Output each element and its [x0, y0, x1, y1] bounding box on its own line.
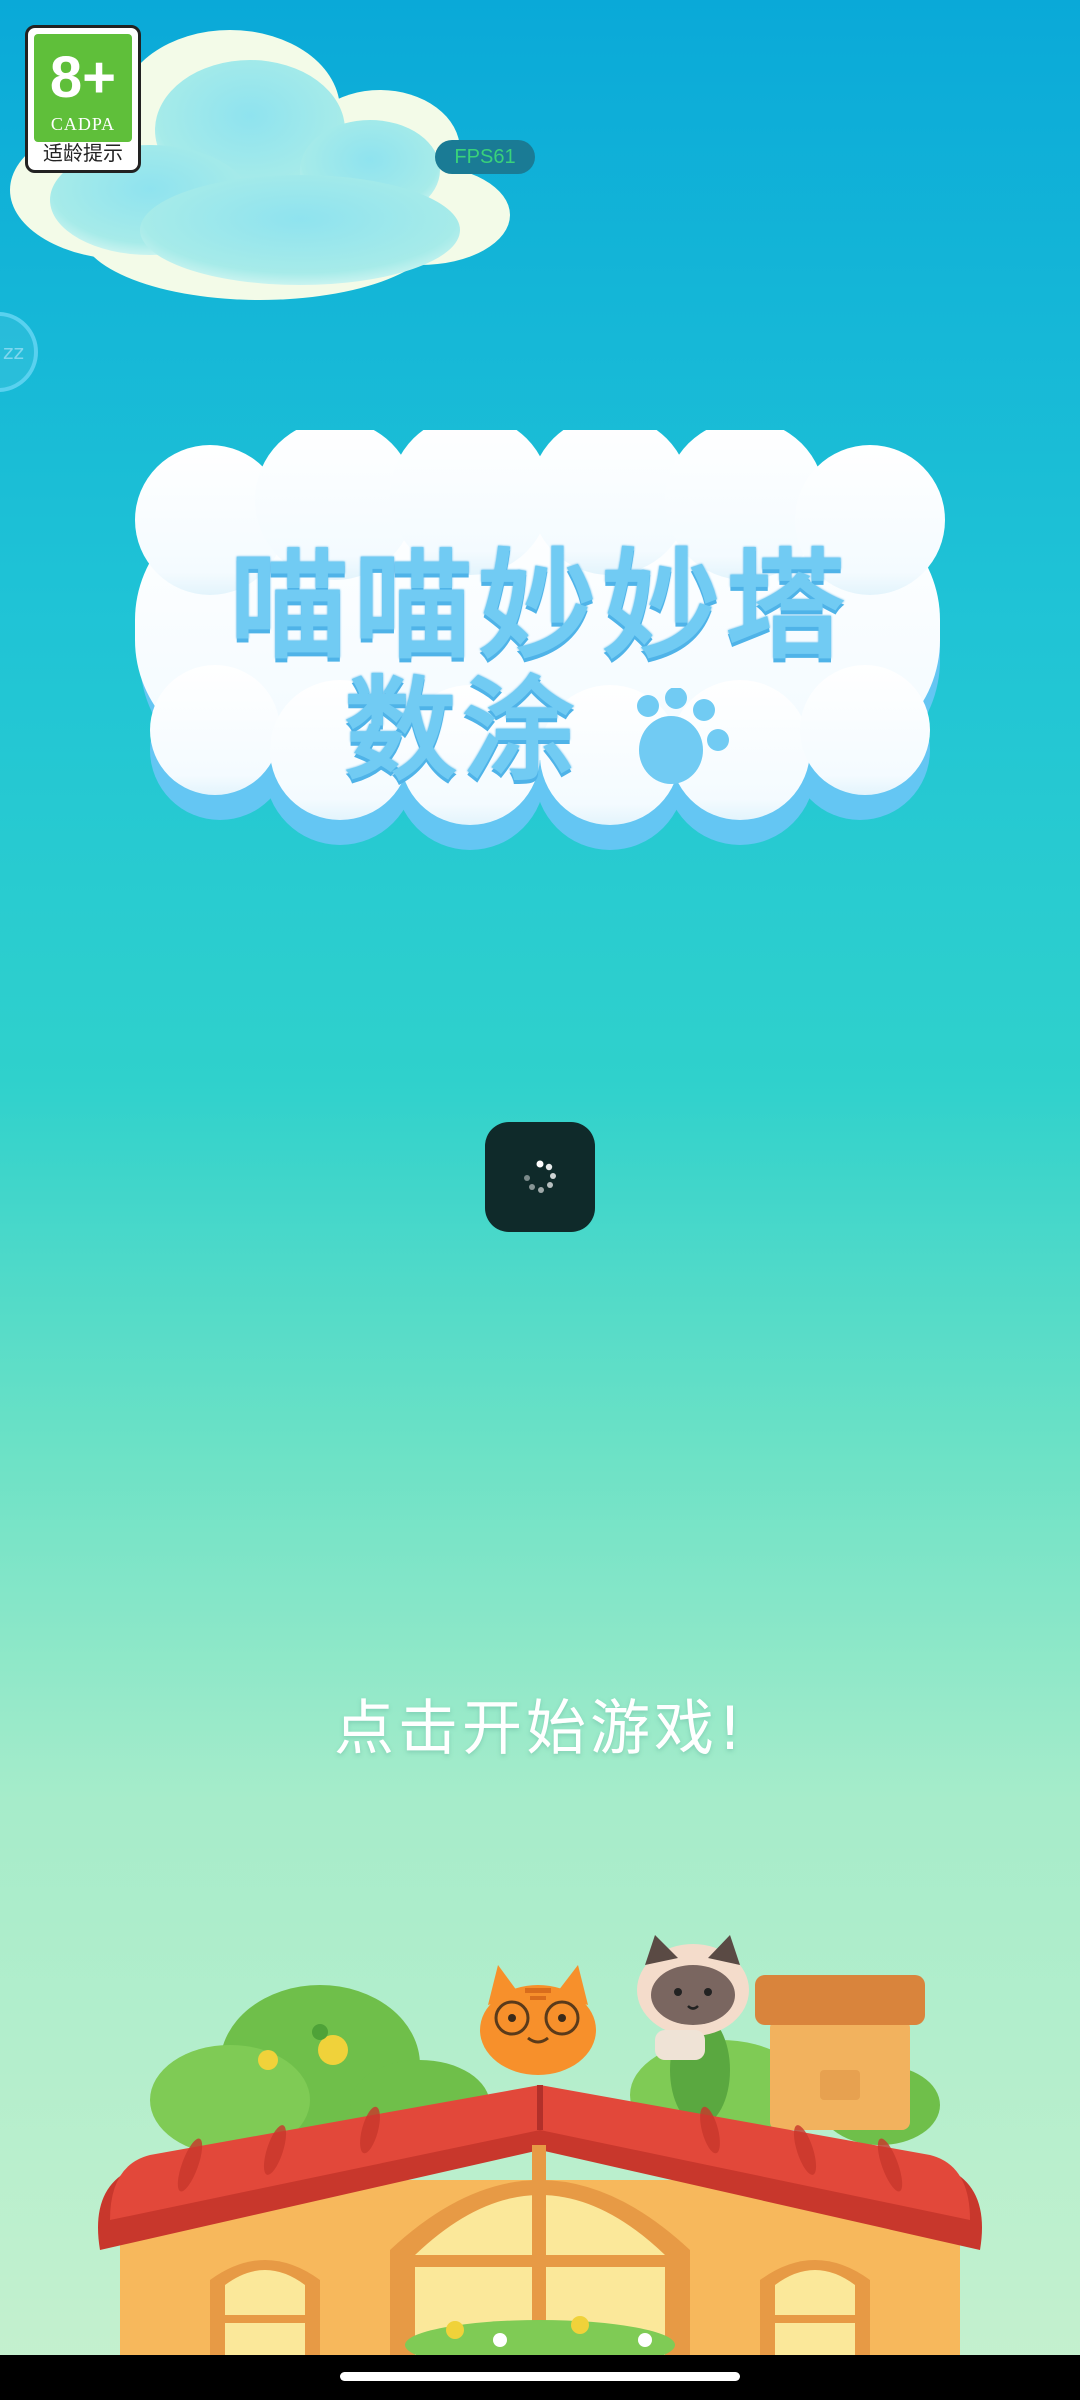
center-window: [390, 2145, 690, 2360]
sleep-button[interactable]: zz: [0, 312, 38, 392]
title-logo: 喵喵妙妙塔 数涂: [120, 430, 960, 870]
orange-cat: [480, 1965, 596, 2075]
chimney: [755, 1975, 925, 2130]
spinner-icon: [524, 1160, 556, 1193]
start-game-prompt[interactable]: 点击开始游戏!: [0, 1680, 1080, 1767]
age-rating-number: 8+: [49, 45, 117, 110]
age-rating-tip: 适龄提示: [43, 141, 123, 165]
right-window: [760, 2260, 870, 2360]
age-rating-org: CADPA: [50, 114, 116, 134]
left-window: [210, 2260, 320, 2360]
age-rating-badge[interactable]: 8+ CADPA 适龄提示: [25, 25, 141, 173]
house-illustration: [98, 1935, 982, 2360]
title-line-2: 数涂: [120, 640, 960, 802]
title-line-2-text: 数涂: [344, 666, 581, 796]
fps-counter: FPS61: [435, 140, 535, 174]
home-indicator[interactable]: [340, 2372, 740, 2381]
loading-spinner: [485, 1122, 595, 1232]
age-rating-top: 8+ CADPA: [34, 34, 132, 142]
paw-icon: [636, 688, 729, 785]
